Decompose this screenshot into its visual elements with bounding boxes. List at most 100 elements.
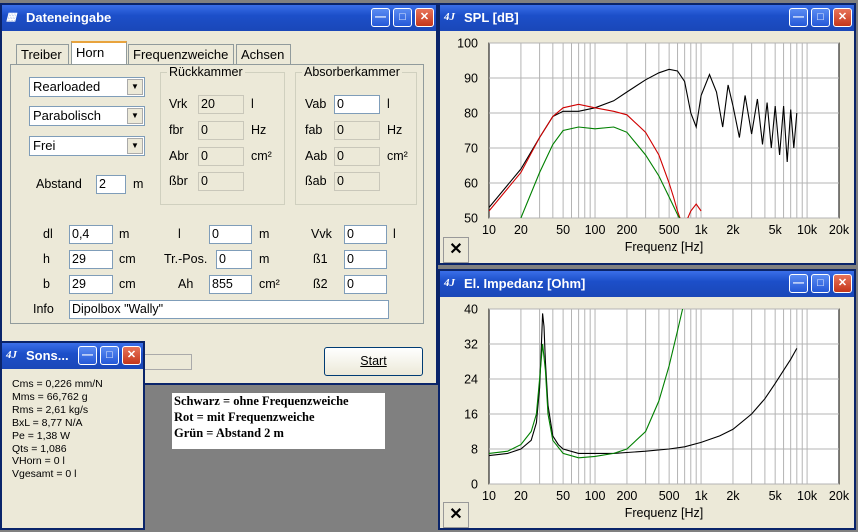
impedance-reset-button[interactable]: ✕ [443, 502, 469, 528]
b-input[interactable]: 29 [69, 275, 113, 294]
trpos-input[interactable]: 0 [216, 250, 252, 269]
bab-label: ßab [305, 174, 327, 188]
y-tick-label: 60 [464, 177, 478, 191]
y-tick-label: 90 [464, 72, 478, 86]
x-tick-label: 50 [556, 489, 570, 503]
plot-area [488, 42, 840, 219]
horn-type-value: Rearloaded [33, 79, 101, 94]
app-icon: 4J [444, 11, 455, 23]
horn-type-combo[interactable]: Rearloaded ▼ [29, 77, 145, 97]
minimize-button[interactable]: — [371, 8, 390, 27]
dateneingabe-titlebar[interactable]: ▦ Dateneingabe — □ ✕ [2, 5, 436, 31]
close-button[interactable]: ✕ [122, 346, 141, 365]
x-tick-label: 1k [694, 489, 708, 503]
abr-input[interactable]: 0 [198, 147, 244, 166]
info-input[interactable]: Dipolbox "Wally" [69, 300, 389, 319]
vrk-input[interactable]: 20 [198, 95, 244, 114]
dateneingabe-client: Treiber Horn Frequenzweiche Achsen Rearl… [2, 31, 436, 383]
start-button[interactable]: Start [324, 347, 423, 376]
fab-unit: Hz [387, 123, 403, 137]
y-tick-label: 40 [464, 303, 478, 317]
legend-line-red: Rot = mit Frequenzweiche [174, 410, 315, 424]
sons-line: VHorn = 0 l [12, 455, 65, 468]
aab-input[interactable]: 0 [334, 147, 380, 166]
chevron-down-icon: ▼ [127, 138, 143, 154]
close-button[interactable]: ✕ [415, 8, 434, 27]
maximize-button[interactable]: □ [393, 8, 412, 27]
impedance-chart: 10 20 50 100 200 500 1k 2k 5k 10k 20k 40 32 24 16 8 0 Fre… [464, 303, 850, 521]
tab-achsen[interactable]: Achsen [236, 44, 291, 64]
abstand-input[interactable]: 2 [96, 175, 126, 194]
minimize-button[interactable]: — [78, 346, 97, 365]
dl-input[interactable]: 0,4 [69, 225, 113, 244]
tab-treiber[interactable]: Treiber [16, 44, 69, 64]
vab-unit: l [387, 97, 390, 111]
spl-titlebar[interactable]: 4J SPL [dB] — □ ✕ [440, 5, 854, 31]
mounting-value: Frei [33, 138, 56, 153]
horn-profile-combo[interactable]: Parabolisch ▼ [29, 106, 145, 126]
spl-reset-button[interactable]: ✕ [443, 237, 469, 263]
aab-unit: cm² [387, 149, 408, 163]
b1-label: ß1 [313, 252, 328, 266]
y-tick-label: 16 [464, 408, 478, 422]
b1-input[interactable]: 0 [344, 250, 387, 269]
spl-title: SPL [dB] [464, 10, 519, 25]
x-tick-label: 1k [694, 223, 708, 237]
fab-label: fab [305, 123, 323, 137]
maximize-button[interactable]: □ [811, 274, 830, 293]
trpos-label: Tr.-Pos. [164, 252, 208, 266]
maximize-button[interactable]: □ [100, 346, 119, 365]
ah-input[interactable]: 855 [209, 275, 252, 294]
sons-line: Rms = 2,61 kg/s [12, 403, 89, 416]
x-tick-label: 200 [617, 223, 638, 237]
x-axis-label: Frequenz [Hz] [625, 506, 704, 520]
sons-titlebar[interactable]: 4J Sons... — □ ✕ [2, 343, 143, 369]
chevron-down-icon: ▼ [127, 108, 143, 124]
legend-line-black: Schwarz = ohne Frequenzweiche [174, 394, 349, 408]
abr-unit: cm² [251, 149, 272, 163]
impedance-titlebar[interactable]: 4J El. Impedanz [Ohm] — □ ✕ [440, 271, 854, 297]
b-unit: cm [119, 277, 136, 291]
legend-line-green: Grün = Abstand 2 m [174, 426, 284, 440]
bbr-label: ßbr [169, 174, 188, 188]
x-tick-label: 20 [514, 489, 528, 503]
h-input[interactable]: 29 [69, 250, 113, 269]
rueckkammer-group: Rückkammer Vrk 20 l fbr 0 Hz Abr 0 cm² ß… [160, 65, 285, 205]
x-tick-label: 200 [617, 489, 638, 503]
sons-client: Cms = 0,226 mm/N Mms = 66,762 g Rms = 2,… [2, 369, 143, 528]
tab-frequenzweiche[interactable]: Frequenzweiche [128, 44, 234, 64]
sons-window: 4J Sons... — □ ✕ Cms = 0,226 mm/N Mms = … [0, 341, 145, 530]
vvk-input[interactable]: 0 [344, 225, 387, 244]
horn-profile-value: Parabolisch [33, 108, 101, 123]
fbr-input[interactable]: 0 [198, 121, 244, 140]
x-tick-label: 10k [797, 489, 818, 503]
info-label: Info [33, 302, 54, 316]
vrk-label: Vrk [169, 97, 188, 111]
y-tick-label: 8 [471, 443, 478, 457]
x-tick-label: 50 [556, 223, 570, 237]
b2-input[interactable]: 0 [344, 275, 387, 294]
l-input[interactable]: 0 [209, 225, 252, 244]
minimize-button[interactable]: — [789, 8, 808, 27]
fab-input[interactable]: 0 [334, 121, 380, 140]
minimize-button[interactable]: — [789, 274, 808, 293]
vvk-unit: l [393, 227, 396, 241]
x-tick-label: 100 [585, 489, 606, 503]
bab-input[interactable]: 0 [334, 172, 380, 191]
vab-input[interactable]: 0 [334, 95, 380, 114]
maximize-button[interactable]: □ [811, 8, 830, 27]
tab-horn[interactable]: Horn [71, 41, 127, 65]
abstand-label: Abstand [36, 177, 82, 191]
h-label: h [43, 252, 50, 266]
bbr-input[interactable]: 0 [198, 172, 244, 191]
app-icon: 4J [6, 349, 17, 361]
sons-line: Pe = 1,38 W [12, 429, 71, 442]
close-button[interactable]: ✕ [833, 8, 852, 27]
b-label: b [43, 277, 50, 291]
mounting-combo[interactable]: Frei ▼ [29, 136, 145, 156]
close-button[interactable]: ✕ [833, 274, 852, 293]
y-tick-label: 0 [471, 478, 478, 492]
x-tick-label: 500 [659, 489, 680, 503]
y-tick-label: 24 [464, 373, 478, 387]
legend-note: Schwarz = ohne Frequenzweiche Rot = mit … [172, 393, 385, 449]
